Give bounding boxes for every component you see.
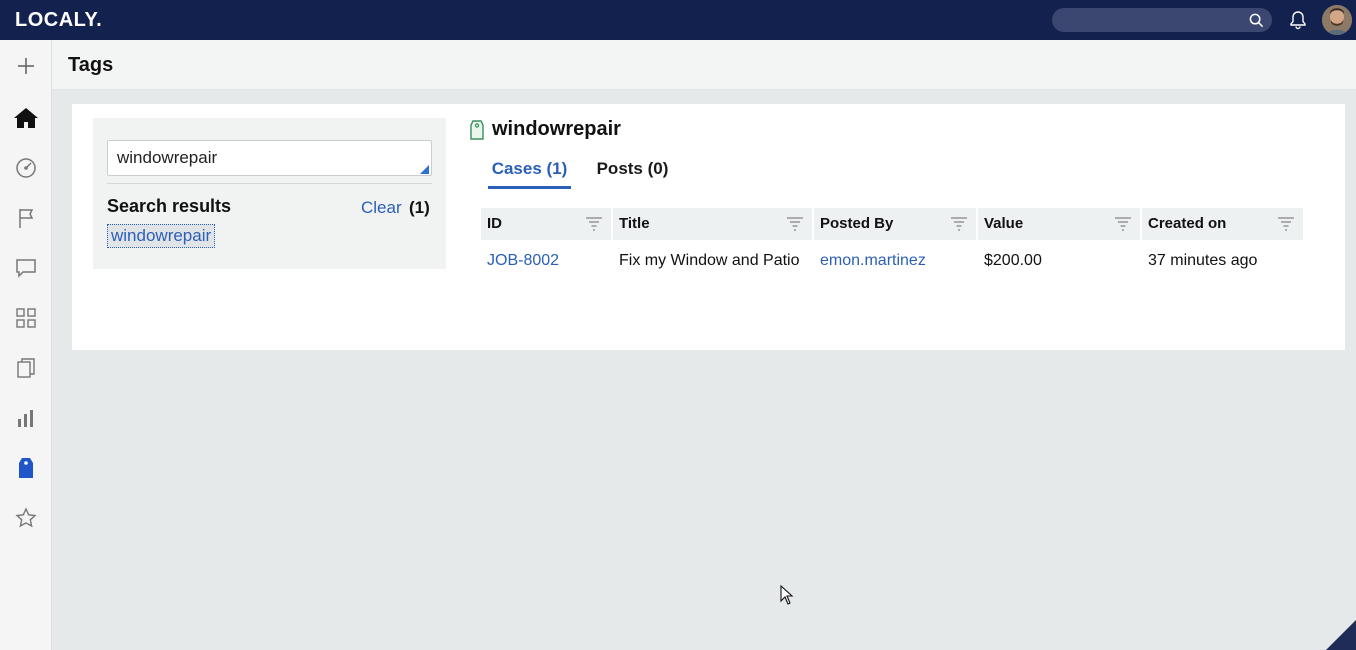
sidebar-item-home[interactable] xyxy=(0,98,52,138)
cell-created-on: 37 minutes ago xyxy=(1148,252,1258,269)
user-photo xyxy=(1322,5,1352,35)
content-card: Search results Clear (1) windowrepair wi… xyxy=(72,104,1345,350)
result-count: (1) xyxy=(409,198,430,217)
tab-posts[interactable]: Posts (0) xyxy=(595,159,670,189)
input-resize-corner xyxy=(420,165,429,174)
plus-icon xyxy=(18,58,34,74)
search-icon[interactable] xyxy=(1249,13,1264,28)
chart-icon xyxy=(18,410,33,427)
sidebar-item-favorites[interactable] xyxy=(0,498,52,538)
filter-icon[interactable] xyxy=(1277,216,1295,232)
sidebar-item-dashboard[interactable] xyxy=(0,148,52,188)
column-header-title[interactable]: Title xyxy=(613,208,812,240)
column-header-created-on[interactable]: Created on xyxy=(1142,208,1303,240)
search-result-item[interactable]: windowrepair xyxy=(107,224,216,248)
sidebar-item-flags[interactable] xyxy=(0,198,52,238)
mouse-cursor-icon xyxy=(780,585,794,605)
column-header-value[interactable]: Value xyxy=(978,208,1140,240)
tag-icon xyxy=(470,119,484,140)
sidebar-item-apps[interactable] xyxy=(0,298,52,338)
sidebar-item-reports[interactable] xyxy=(0,398,52,438)
tag-search-input[interactable] xyxy=(107,140,432,176)
panel-divider xyxy=(107,183,432,184)
star-icon xyxy=(15,507,37,528)
filter-icon[interactable] xyxy=(950,216,968,232)
comment-icon xyxy=(16,259,36,278)
cell-id-link[interactable]: JOB-8002 xyxy=(481,252,559,270)
sidebar-item-documents[interactable] xyxy=(0,348,52,388)
sidebar xyxy=(0,40,52,650)
tag-search-panel: Search results Clear (1) windowrepair xyxy=(93,118,446,269)
clear-link[interactable]: Clear xyxy=(361,198,402,218)
app-logo[interactable]: LOCALY. xyxy=(15,9,102,32)
sidebar-item-create[interactable] xyxy=(0,46,52,86)
page-header: Tags xyxy=(52,40,1356,90)
bell-icon[interactable] xyxy=(1288,10,1308,30)
global-search[interactable] xyxy=(1052,8,1272,32)
grid-icon xyxy=(16,308,36,328)
global-search-input[interactable] xyxy=(1062,11,1242,29)
tag-icon xyxy=(19,458,33,478)
filter-icon[interactable] xyxy=(1114,216,1132,232)
filter-icon[interactable] xyxy=(585,216,603,232)
settings-corner-tab[interactable] xyxy=(1326,620,1356,650)
flag-icon xyxy=(19,209,34,228)
home-icon xyxy=(14,108,38,128)
tab-cases[interactable]: Cases (1) xyxy=(488,159,571,189)
page-title: Tags xyxy=(68,54,114,76)
search-results-label: Search results xyxy=(107,196,232,216)
filter-icon[interactable] xyxy=(786,216,804,232)
table-header: ID Title Posted By Value Created on xyxy=(481,208,1303,240)
column-header-posted-by[interactable]: Posted By xyxy=(814,208,976,240)
column-header-id[interactable]: ID xyxy=(481,208,611,240)
tag-name: windowrepair xyxy=(492,118,621,140)
cell-title: Fix my Window and Patio xyxy=(619,252,800,269)
documents-icon xyxy=(17,358,35,378)
sidebar-item-tags[interactable] xyxy=(0,448,52,488)
tag-heading: windowrepair xyxy=(470,118,621,141)
avatar[interactable] xyxy=(1322,5,1352,35)
cell-value: $200.00 xyxy=(984,252,1042,269)
cell-posted-by-link[interactable]: emon.martinez xyxy=(814,252,926,270)
sidebar-item-messages[interactable] xyxy=(0,248,52,288)
dashboard-icon xyxy=(16,158,36,178)
